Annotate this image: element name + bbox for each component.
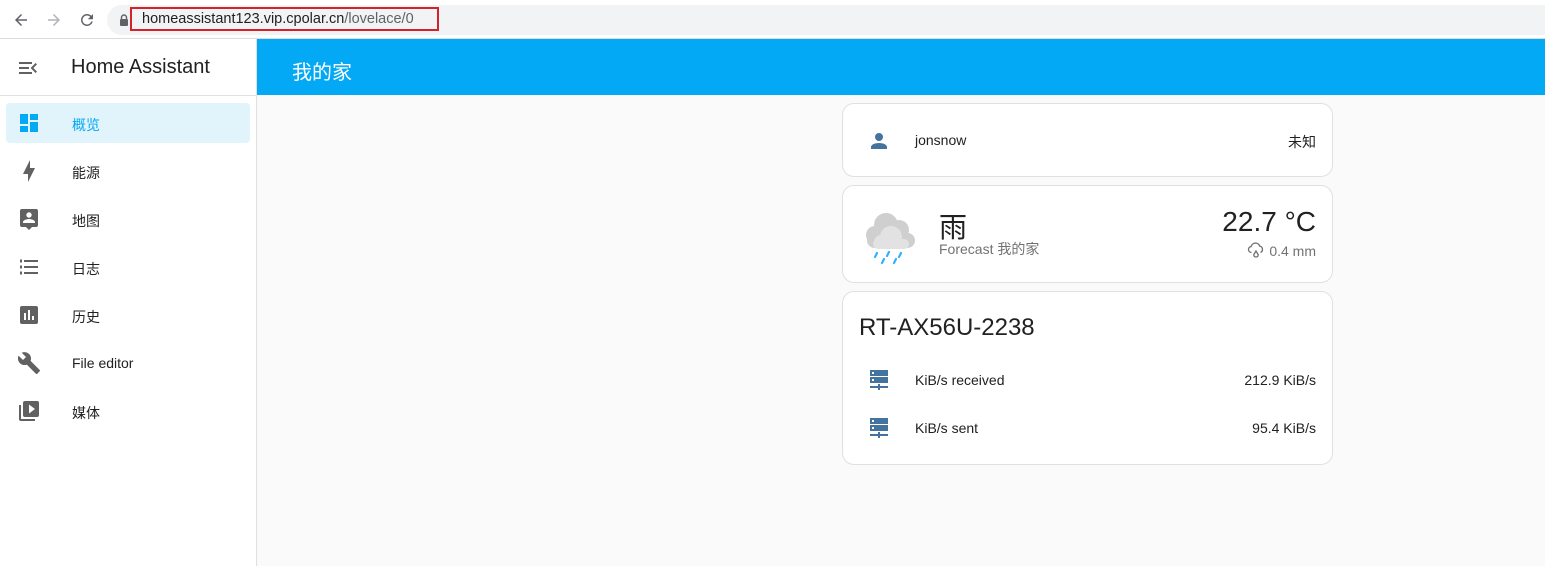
sidebar-title: Home Assistant (71, 56, 210, 78)
router-card: RT-AX56U-2238 KiB/s received 212.9 KiB/s… (842, 291, 1333, 465)
sidebar-item-history[interactable]: 历史 (6, 295, 250, 335)
server-network-icon (870, 418, 888, 438)
format-list-icon (20, 259, 38, 275)
app-header: 我的家 (257, 39, 1545, 95)
sidebar-item-label: 概览 (72, 117, 100, 133)
weather-entity-name: Forecast 我的家 (939, 241, 1040, 257)
sidebar-item-energy[interactable]: 能源 (6, 151, 250, 191)
menu-open-icon (19, 62, 37, 74)
lock-icon (120, 14, 128, 26)
account-icon (871, 133, 887, 149)
server-network-icon (870, 370, 888, 390)
sidebar-item-file-editor[interactable]: File editor (6, 343, 250, 383)
reload-button[interactable] (76, 9, 98, 31)
sidebar-item-label: 历史 (72, 309, 100, 325)
router-row-value: 212.9 KiB/s (1244, 372, 1316, 388)
url-text[interactable]: homeassistant123.vip.cpolar.cn/lovelace/… (142, 11, 414, 27)
person-name: jonsnow (915, 132, 967, 148)
weather-pouring-icon (1248, 242, 1264, 258)
sidebar-item-overview[interactable]: 概览 (6, 103, 250, 143)
sidebar: Home Assistant 概览 能源 地图 日志 历史 File edito… (0, 39, 257, 566)
back-button[interactable] (10, 9, 32, 31)
arrow-right-icon (48, 14, 60, 26)
browser-toolbar: homeassistant123.vip.cpolar.cn/lovelace/… (0, 0, 1545, 39)
dashboard-title: 我的家 (292, 62, 352, 84)
chart-box-icon (20, 306, 38, 324)
sidebar-item-label: 日志 (72, 261, 100, 277)
sidebar-item-label: 媒体 (72, 405, 100, 421)
map-account-icon (20, 209, 38, 230)
router-row-label[interactable]: KiB/s sent (915, 420, 978, 436)
url-path: /lovelace/0 (344, 11, 414, 27)
sidebar-item-label: File editor (72, 355, 134, 371)
view-dashboard-icon (20, 114, 38, 132)
reload-icon (80, 13, 93, 26)
sidebar-item-label: 能源 (72, 165, 100, 181)
weather-temperature: 22.7 °C (1222, 206, 1316, 237)
router-card-title: RT-AX56U-2238 (859, 314, 1035, 341)
menu-toggle-button[interactable] (16, 56, 40, 80)
sidebar-header: Home Assistant (0, 39, 256, 96)
sidebar-item-media[interactable]: 媒体 (6, 391, 250, 431)
address-bar[interactable]: homeassistant123.vip.cpolar.cn/lovelace/… (107, 5, 1545, 35)
person-state: 未知 (1288, 134, 1316, 150)
router-row-label[interactable]: KiB/s received (915, 372, 1004, 388)
forward-button[interactable] (43, 9, 65, 31)
url-host: homeassistant123.vip.cpolar.cn (142, 11, 345, 27)
sidebar-item-map[interactable]: 地图 (6, 199, 250, 239)
sidebar-item-logbook[interactable]: 日志 (6, 247, 250, 287)
arrow-left-icon (15, 14, 27, 26)
play-box-multiple-icon (19, 401, 39, 421)
rainy-weather-icon (866, 213, 915, 264)
lightning-bolt-icon (23, 160, 35, 182)
person-card[interactable]: jonsnow 未知 (842, 103, 1333, 177)
weather-card[interactable]: 雨 Forecast 我的家 22.7 °C 0.4 mm (842, 185, 1333, 283)
router-row-value: 95.4 KiB/s (1252, 420, 1316, 436)
sidebar-item-label: 地图 (72, 213, 100, 229)
weather-precipitation: 0.4 mm (1247, 242, 1316, 260)
wrench-icon (17, 352, 40, 374)
precipitation-value: 0.4 mm (1269, 243, 1316, 259)
